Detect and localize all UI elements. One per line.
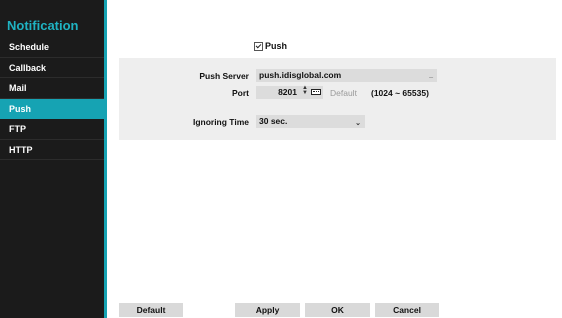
push-server-label: Push Server: [199, 71, 249, 81]
port-value: 8201: [278, 87, 297, 97]
sidebar-item-callback[interactable]: Callback: [0, 58, 104, 78]
port-label: Port: [232, 88, 249, 98]
sidebar-menu: Schedule Callback Mail Push FTP HTTP: [0, 37, 104, 160]
notification-settings-window: Notification Schedule Callback Mail Push…: [0, 0, 562, 318]
sidebar-item-push[interactable]: Push: [0, 98, 104, 119]
sidebar-accent-bar: [104, 0, 107, 318]
sidebar-title: Notification: [7, 18, 79, 33]
ignoring-time-label: Ignoring Time: [192, 117, 249, 127]
checkbox-checked-icon[interactable]: [254, 41, 263, 51]
push-server-value: push.idisglobal.com: [259, 70, 342, 80]
port-range-hint: (1024 ~ 65535): [371, 88, 429, 98]
keyboard-icon[interactable]: [311, 89, 321, 95]
apply-button[interactable]: Apply: [235, 303, 300, 317]
sidebar: Notification Schedule Callback Mail Push…: [0, 0, 104, 318]
ignoring-time-dropdown[interactable]: 30 sec. ⌄: [256, 115, 365, 128]
chevron-down-icon: ⌄: [355, 120, 361, 127]
sidebar-item-ftp[interactable]: FTP: [0, 119, 104, 140]
push-checkbox-label: Push: [265, 41, 288, 51]
default-button[interactable]: Default: [119, 303, 183, 317]
sidebar-item-mail[interactable]: Mail: [0, 78, 104, 99]
sidebar-item-schedule[interactable]: Schedule: [0, 37, 104, 58]
cancel-button[interactable]: Cancel: [375, 303, 439, 317]
chevron-down-icon: _: [429, 72, 433, 79]
sidebar-item-http[interactable]: HTTP: [0, 140, 104, 160]
ignoring-time-value: 30 sec.: [259, 116, 288, 126]
port-stepper[interactable]: ▲ ▼: [302, 85, 308, 96]
port-default-button[interactable]: Default: [330, 88, 357, 98]
stepper-down-icon[interactable]: ▼: [302, 90, 308, 96]
push-server-dropdown[interactable]: push.idisglobal.com _: [256, 69, 437, 82]
ok-button[interactable]: OK: [305, 303, 370, 317]
push-checkbox[interactable]: Push: [254, 41, 287, 51]
